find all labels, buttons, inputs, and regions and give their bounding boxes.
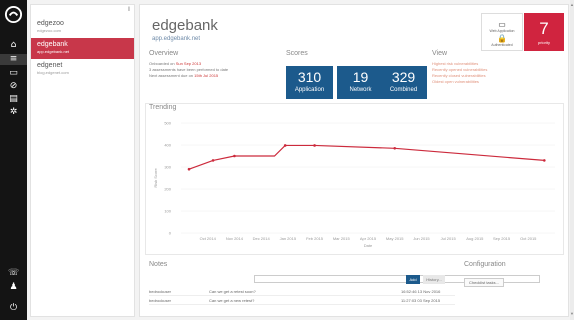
overview-line: Next assessment due on 15th Jul 2015 [149, 73, 219, 78]
site-url: blog.edgenet.com [37, 70, 69, 75]
document-icon[interactable]: ▤ [8, 94, 19, 105]
notes-heading: Notes [149, 261, 168, 268]
score-network[interactable]: 19 Network [337, 66, 384, 99]
data-point [233, 154, 236, 158]
settings-icon[interactable]: ✲ [8, 107, 19, 118]
score-value: 310 [297, 69, 322, 85]
power-icon[interactable]: ⏻ [8, 303, 19, 314]
note-time: 11:27:03 03 Sep 2015 [401, 298, 441, 303]
note-author: bedrockuser [149, 298, 172, 303]
scroll-down-icon[interactable]: ▼ [570, 311, 574, 316]
data-point [393, 147, 397, 150]
trending-heading: Trending [149, 104, 177, 111]
data-point [313, 144, 316, 147]
main-panel: edgebank app.edgebank.net ▭ Web Applicat… [139, 4, 569, 317]
x-tick-label: Jan 2015 [280, 236, 297, 241]
priority-label: priority [537, 40, 550, 45]
view-link[interactable]: Recently opened vulnerabilities [432, 67, 487, 72]
x-tick-label: Jul 2015 [441, 236, 457, 241]
x-tick-label: Oct 2015 [520, 236, 537, 241]
view-heading: View [432, 50, 448, 57]
site-item-edgebank[interactable]: edgebank app.edgebank.net [31, 38, 134, 59]
scores-heading: Scores [286, 50, 308, 57]
x-tick-label: Apr 2015 [360, 236, 377, 241]
user-icon[interactable]: ♟ [8, 282, 19, 293]
page-subtitle[interactable]: app.edgebank.net [152, 36, 200, 42]
page-title: edgebank [152, 17, 218, 34]
x-tick-label: Feb 2015 [306, 236, 324, 241]
priority-value: 7 [539, 19, 549, 38]
y-tick-label: 400 [164, 143, 171, 148]
note-row: bedrockuser Can we get a retest soon? 16… [149, 287, 455, 296]
home-icon[interactable]: ⌂ [8, 40, 19, 51]
app: ⌂ ≡ ▭ ⊘ ▤ ✲ ☏ ♟ ⏻ ‖ edgezoo edgezoo.com … [0, 0, 574, 320]
x-tick-label: Aug 2015 [466, 236, 484, 241]
note-text: Can we get a retest soon? [209, 289, 256, 294]
note-row: bedrockuser Can we get a new retest? 11:… [149, 296, 455, 305]
monitor-icon[interactable]: ▭ [8, 68, 19, 79]
note-time: 16:52:46 13 Nov 2016 [401, 289, 441, 294]
site-item-edgenet[interactable]: edgenet blog.edgenet.com [31, 59, 134, 80]
x-tick-label: Dec 2014 [253, 236, 271, 241]
site-url: app.edgebank.net [37, 49, 70, 54]
y-tick-label: 100 [164, 209, 171, 214]
x-tick-label: Oct 2014 [200, 236, 217, 241]
score-value: 329 [391, 69, 416, 85]
web-application-tile: ▭ Web Application 🔒 Authenticated [481, 13, 523, 51]
x-tick-label: Nov 2014 [226, 236, 244, 241]
site-name: edgebank [37, 41, 68, 48]
overview-line: Onboarded on Sun Sep 2013 [149, 61, 202, 66]
tile-label: Authenticated [491, 43, 513, 47]
x-tick-label: Jun 2015 [413, 236, 430, 241]
x-tick-label: Sep 2015 [493, 236, 511, 241]
note-author: bedrockuser [149, 289, 172, 294]
phone-icon[interactable]: ☏ [8, 268, 19, 279]
x-axis-label: Date [364, 243, 373, 248]
note-text: Can we get a new retest? [209, 298, 255, 303]
site-name: edgenet [37, 62, 63, 69]
data-point [543, 159, 546, 162]
y-tick-label: 300 [164, 165, 171, 170]
x-tick-label: May 2015 [386, 236, 404, 241]
y-tick-label: 200 [164, 187, 171, 192]
data-point [211, 159, 215, 162]
score-label: Network [349, 87, 372, 93]
view-link[interactable]: Oldest open vulnerabilities [432, 79, 479, 84]
site-list: ‖ edgezoo edgezoo.com edgebank app.edgeb… [30, 4, 135, 317]
add-note-button[interactable]: Add [406, 275, 420, 284]
score-value: 19 [352, 69, 369, 85]
lock-icon: 🔒 [497, 34, 507, 43]
y-tick-label: 0 [169, 231, 172, 236]
series-line [188, 144, 545, 170]
list-icon[interactable]: ≡ [0, 54, 27, 65]
view-link[interactable]: Recently closed vulnerabilities [432, 73, 486, 78]
block-icon[interactable]: ⊘ [8, 81, 19, 92]
site-item-edgezoo[interactable]: edgezoo edgezoo.com [31, 17, 134, 38]
collapse-icon[interactable]: ‖ [128, 7, 130, 13]
site-name: edgezoo [37, 20, 64, 27]
site-url: edgezoo.com [37, 28, 62, 33]
x-tick-label: Mar 2015 [333, 236, 351, 241]
configuration-heading: Configuration [464, 261, 506, 268]
score-label: Combined [389, 87, 418, 93]
trending-chart: 0 100 200 300 400 500 Oct 2014 Nov 2014 Dec 2014… [153, 121, 555, 248]
priority-badge: 7 priority [524, 13, 564, 51]
view-link[interactable]: Highest risk vulnerabilities [432, 61, 478, 66]
logo-icon[interactable] [4, 5, 23, 24]
overview-heading: Overview [149, 50, 179, 57]
scroll-up-icon[interactable]: ▲ [570, 2, 574, 7]
y-axis-label: Risk Score [153, 168, 158, 188]
data-point [187, 167, 191, 171]
monitor-icon: ▭ [498, 20, 506, 29]
scrollbar[interactable] [570, 0, 574, 320]
overview-line: 3 assessments have been performed to dat… [149, 67, 229, 72]
data-point [283, 144, 287, 147]
checklist-tasks-button[interactable]: Checklist tasks... [464, 278, 504, 287]
score-combined[interactable]: 329 Combined [380, 66, 427, 99]
score-label: Application [294, 87, 325, 93]
left-nav: ⌂ ≡ ▭ ⊘ ▤ ✲ ☏ ♟ ⏻ [0, 0, 27, 320]
history-button[interactable]: History... [423, 275, 445, 284]
score-application[interactable]: 310 Application [286, 66, 333, 99]
y-tick-label: 500 [164, 121, 171, 126]
